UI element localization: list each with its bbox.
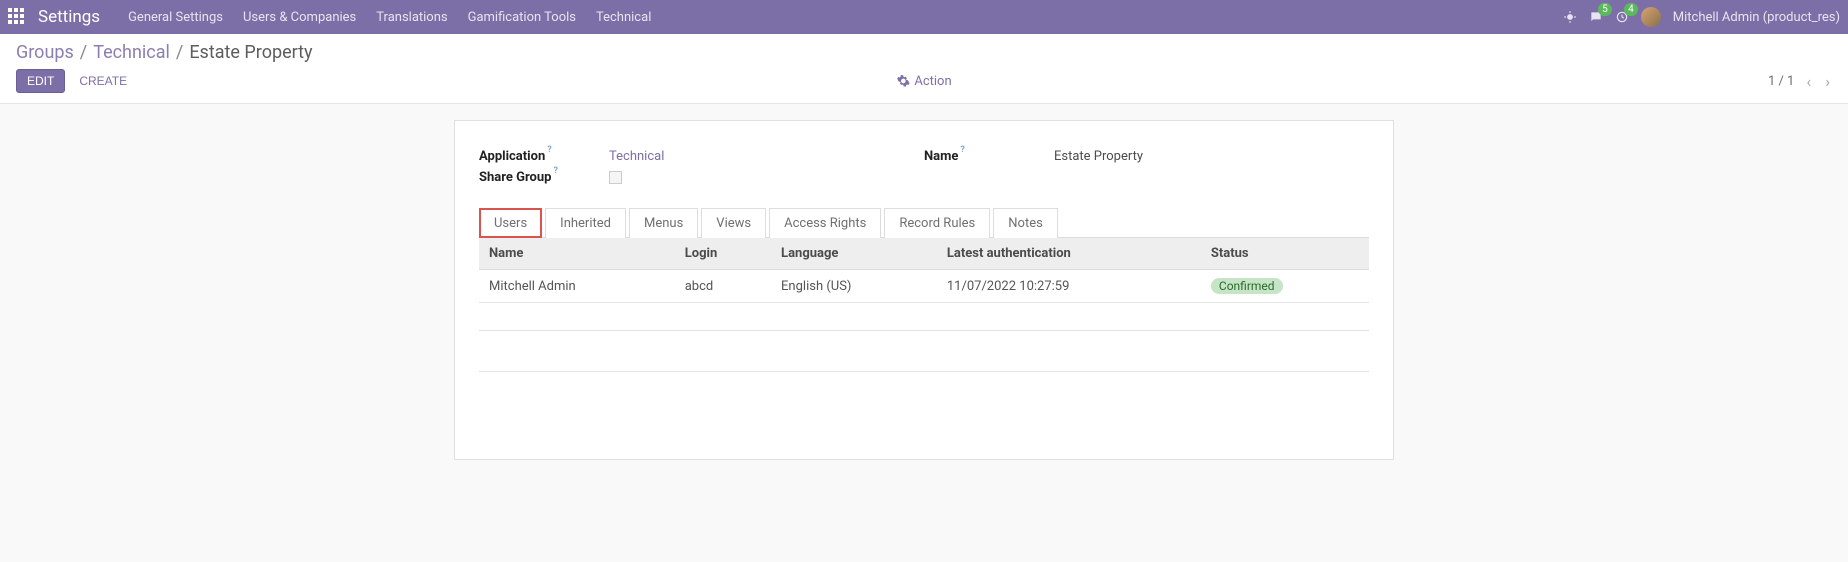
share-group-checkbox[interactable]: [609, 171, 622, 184]
activities-icon[interactable]: 4: [1615, 10, 1629, 24]
nav-item-general-settings[interactable]: General Settings: [118, 10, 233, 25]
sheet-divider: [479, 371, 1369, 372]
nav-item-gamification[interactable]: Gamification Tools: [458, 10, 586, 25]
name-label-text: Name: [924, 149, 958, 164]
breadcrumb-sep: /: [80, 42, 87, 63]
field-empty: [924, 170, 1369, 185]
tab-inherited[interactable]: Inherited: [545, 208, 626, 238]
col-login[interactable]: Login: [675, 238, 771, 270]
action-dropdown[interactable]: Action: [896, 74, 951, 89]
cell-status: Confirmed: [1201, 270, 1369, 303]
application-label: Application ?: [479, 149, 609, 164]
cell-name: Mitchell Admin: [479, 270, 675, 303]
activities-badge: 4: [1624, 3, 1638, 16]
action-label: Action: [914, 74, 951, 89]
breadcrumb: Groups / Technical / Estate Property: [16, 42, 1832, 63]
name-label: Name ?: [924, 149, 1054, 164]
share-group-label: Share Group ?: [479, 170, 609, 185]
nav-item-users-companies[interactable]: Users & Companies: [233, 10, 366, 25]
nav-item-translations[interactable]: Translations: [366, 10, 457, 25]
table-row[interactable]: Mitchell Admin abcd English (US) 11/07/2…: [479, 270, 1369, 303]
col-auth[interactable]: Latest authentication: [937, 238, 1201, 270]
table-header-row: Name Login Language Latest authenticatio…: [479, 238, 1369, 270]
user-label[interactable]: Mitchell Admin (product_res): [1673, 10, 1840, 25]
tab-views[interactable]: Views: [701, 208, 766, 238]
tab-access-rights[interactable]: Access Rights: [769, 208, 881, 238]
pager-text: 1 / 1: [1768, 74, 1794, 89]
col-status[interactable]: Status: [1201, 238, 1369, 270]
application-label-text: Application: [479, 149, 545, 164]
help-icon[interactable]: ?: [554, 166, 558, 176]
pager-prev-icon[interactable]: ‹: [1804, 72, 1813, 91]
nav-item-technical[interactable]: Technical: [586, 10, 661, 25]
cell-language: English (US): [771, 270, 937, 303]
pager: 1 / 1 ‹ ›: [1768, 72, 1832, 91]
debug-icon[interactable]: [1563, 10, 1577, 24]
app-name: Settings: [38, 7, 100, 27]
edit-button[interactable]: EDIT: [16, 69, 65, 93]
col-language[interactable]: Language: [771, 238, 937, 270]
help-icon[interactable]: ?: [960, 145, 964, 155]
messages-icon[interactable]: 5: [1589, 10, 1603, 24]
help-icon[interactable]: ?: [547, 145, 551, 155]
tab-notes[interactable]: Notes: [993, 208, 1058, 238]
pager-next-icon[interactable]: ›: [1823, 72, 1832, 91]
breadcrumb-sep: /: [176, 42, 183, 63]
tab-menus[interactable]: Menus: [629, 208, 698, 238]
breadcrumb-current: Estate Property: [189, 42, 312, 63]
table-row[interactable]: [479, 303, 1369, 331]
header-area: Groups / Technical / Estate Property EDI…: [0, 34, 1848, 104]
fields-row-2: Share Group ?: [479, 170, 1369, 185]
tabs: Users Inherited Menus Views Access Right…: [479, 207, 1369, 238]
avatar[interactable]: [1641, 7, 1661, 27]
name-value: Estate Property: [1054, 149, 1143, 164]
field-share-group: Share Group ?: [479, 170, 924, 185]
apps-launcher-icon[interactable]: [8, 8, 26, 26]
field-application: Application ? Technical: [479, 149, 924, 164]
users-table: Name Login Language Latest authenticatio…: [479, 238, 1369, 331]
status-badge: Confirmed: [1211, 278, 1283, 294]
cell-login: abcd: [675, 270, 771, 303]
fields-row-1: Application ? Technical Name ? Estate Pr…: [479, 149, 1369, 164]
messages-badge: 5: [1598, 3, 1612, 16]
form-sheet: Application ? Technical Name ? Estate Pr…: [454, 120, 1394, 460]
share-group-label-text: Share Group: [479, 170, 552, 185]
sheet-wrap: Application ? Technical Name ? Estate Pr…: [0, 104, 1848, 476]
topbar-right: 5 4 Mitchell Admin (product_res): [1563, 7, 1840, 27]
controls-row: EDIT CREATE Action 1 / 1 ‹ ›: [16, 69, 1832, 93]
tab-users[interactable]: Users: [479, 208, 542, 238]
cell-auth: 11/07/2022 10:27:59: [937, 270, 1201, 303]
application-value[interactable]: Technical: [609, 149, 664, 164]
breadcrumb-mid[interactable]: Technical: [93, 42, 170, 63]
nav-items: General Settings Users & Companies Trans…: [118, 10, 661, 25]
gear-icon: [896, 74, 910, 88]
col-name[interactable]: Name: [479, 238, 675, 270]
topbar: Settings General Settings Users & Compan…: [0, 0, 1848, 34]
create-button[interactable]: CREATE: [69, 70, 137, 92]
tab-record-rules[interactable]: Record Rules: [884, 208, 990, 238]
field-name: Name ? Estate Property: [924, 149, 1369, 164]
breadcrumb-root[interactable]: Groups: [16, 42, 74, 63]
